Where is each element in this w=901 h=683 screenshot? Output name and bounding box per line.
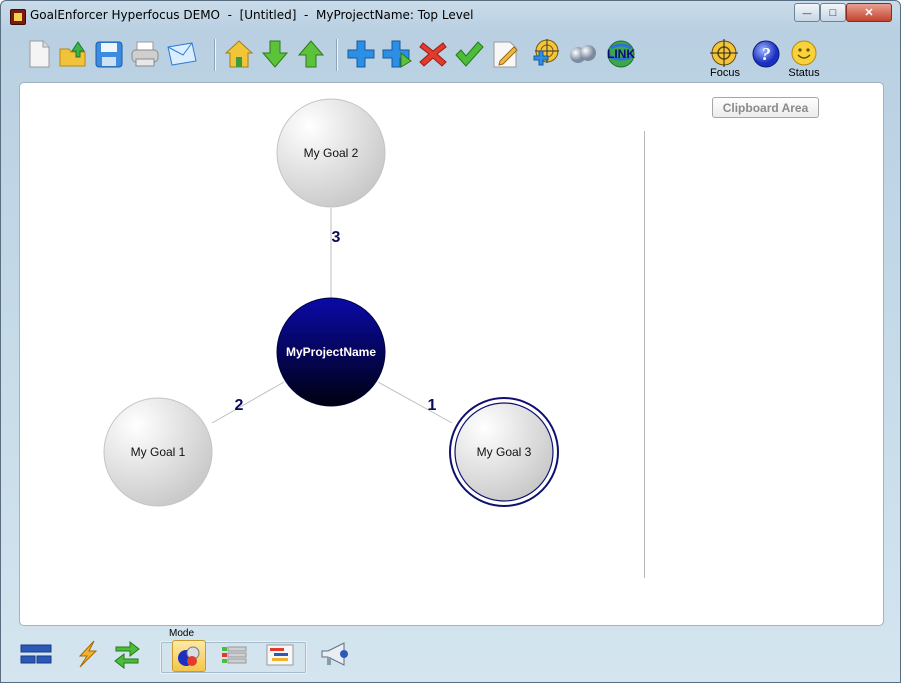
title-bar[interactable]: GoalEnforcer Hyperfocus DEMO - [Untitled… bbox=[1, 1, 900, 29]
help-question-icon: ? bbox=[752, 40, 780, 68]
mode-label: Mode bbox=[169, 628, 195, 639]
add-plus-icon bbox=[347, 40, 375, 68]
mode-list-button[interactable] bbox=[217, 641, 251, 669]
link-text: LINK bbox=[607, 47, 635, 61]
add-subgoal-button[interactable] bbox=[380, 37, 414, 71]
home-icon bbox=[224, 40, 254, 68]
clipboard-area-button[interactable]: Clipboard Area bbox=[712, 97, 819, 118]
checkmark-icon bbox=[455, 41, 484, 67]
open-folder-icon bbox=[59, 41, 86, 67]
save-disk-icon bbox=[95, 41, 123, 68]
link-globe-icon: LINK bbox=[607, 40, 635, 68]
focus-target-icon bbox=[710, 39, 738, 67]
connector-line bbox=[377, 381, 453, 424]
goal-node-label: My Goal 1 bbox=[131, 445, 186, 459]
mode-mindmap-button[interactable] bbox=[172, 640, 206, 672]
spheres-icon bbox=[570, 45, 596, 63]
sync-button[interactable] bbox=[111, 638, 143, 670]
main-toolbar: LINK Focus ? Status bbox=[1, 31, 900, 81]
app-logo-icon[interactable] bbox=[10, 9, 26, 25]
print-button[interactable] bbox=[128, 37, 162, 71]
target-plus-icon bbox=[533, 39, 559, 66]
toolbar-separator bbox=[214, 39, 216, 71]
clipboard-divider bbox=[644, 131, 645, 578]
project-center-node[interactable]: MyProjectName bbox=[276, 297, 386, 407]
focus-label: Focus bbox=[710, 67, 740, 79]
delete-x-icon bbox=[419, 42, 447, 67]
connector-line bbox=[211, 381, 285, 424]
layout-toggle-button[interactable] bbox=[19, 639, 53, 669]
add-goal-button[interactable] bbox=[344, 37, 378, 71]
quick-action-button[interactable] bbox=[71, 638, 103, 670]
email-envelope-icon bbox=[167, 42, 197, 66]
goal-priority-number: 2 bbox=[235, 397, 244, 414]
announce-button[interactable] bbox=[317, 638, 353, 670]
bottom-toolbar: Mode bbox=[1, 625, 900, 682]
mode-gantt-button[interactable] bbox=[263, 641, 297, 669]
maximize-icon: □ bbox=[829, 6, 837, 19]
status-smiley-icon bbox=[791, 40, 817, 66]
printer-icon bbox=[131, 41, 159, 67]
goal-node[interactable]: My Goal 1 bbox=[103, 397, 213, 507]
goal-priority-number: 1 bbox=[428, 397, 437, 414]
new-document-button[interactable] bbox=[21, 37, 55, 71]
edit-notes-button[interactable] bbox=[488, 37, 522, 71]
delete-button[interactable] bbox=[416, 37, 450, 71]
close-button[interactable]: ✕ bbox=[846, 3, 892, 22]
edit-note-icon bbox=[493, 41, 518, 68]
home-button[interactable] bbox=[222, 37, 256, 71]
goal-node-label: My Goal 2 bbox=[304, 146, 359, 160]
layout-panels-icon bbox=[20, 644, 52, 664]
maximize-button[interactable]: □ bbox=[820, 3, 846, 22]
arrow-down-icon bbox=[261, 40, 289, 68]
save-button[interactable] bbox=[92, 37, 126, 71]
toolbar-separator bbox=[336, 39, 338, 71]
open-button[interactable] bbox=[56, 37, 90, 71]
goal-node[interactable]: My Goal 2 bbox=[276, 98, 386, 208]
gantt-mode-icon bbox=[266, 644, 294, 666]
status-label: Status bbox=[788, 67, 820, 79]
arrow-up-icon bbox=[297, 40, 325, 68]
focus-add-button[interactable] bbox=[528, 37, 562, 71]
swap-arrows-icon bbox=[114, 640, 140, 669]
close-icon: ✕ bbox=[864, 7, 874, 19]
focus-button[interactable] bbox=[707, 37, 741, 71]
goal-node-label: My Goal 3 bbox=[477, 445, 532, 459]
app-window: GoalEnforcer Hyperfocus DEMO - [Untitled… bbox=[0, 0, 901, 683]
list-mode-icon bbox=[222, 646, 247, 664]
goal-priority-number: 3 bbox=[332, 229, 341, 246]
goal-node-selected[interactable]: My Goal 3 bbox=[449, 397, 559, 507]
megaphone-icon bbox=[321, 642, 348, 666]
project-center-label: MyProjectName bbox=[286, 345, 376, 359]
move-up-button[interactable] bbox=[294, 37, 328, 71]
link-button[interactable]: LINK bbox=[603, 37, 637, 71]
status-button[interactable] bbox=[787, 37, 821, 71]
mindmap-mode-icon bbox=[178, 646, 200, 666]
help-button[interactable]: ? bbox=[749, 37, 783, 71]
email-button[interactable] bbox=[165, 37, 199, 71]
window-title: GoalEnforcer Hyperfocus DEMO - [Untitled… bbox=[30, 8, 474, 22]
minimize-button[interactable]: — bbox=[794, 3, 820, 22]
move-down-button[interactable] bbox=[258, 37, 292, 71]
minimize-icon: — bbox=[802, 7, 812, 18]
mindmap-diagram: 3 2 1 My Goal 2 My Goal 1 My Goal 3 MyPr… bbox=[103, 98, 559, 507]
svg-text:?: ? bbox=[762, 44, 771, 64]
mindmap-canvas[interactable]: 3 2 1 My Goal 2 My Goal 1 My Goal 3 MyPr… bbox=[19, 82, 884, 626]
mark-complete-button[interactable] bbox=[452, 37, 486, 71]
add-subgoal-icon bbox=[382, 40, 412, 68]
spheres-button[interactable] bbox=[566, 37, 600, 71]
new-document-icon bbox=[29, 40, 50, 68]
lightning-icon bbox=[78, 640, 98, 668]
